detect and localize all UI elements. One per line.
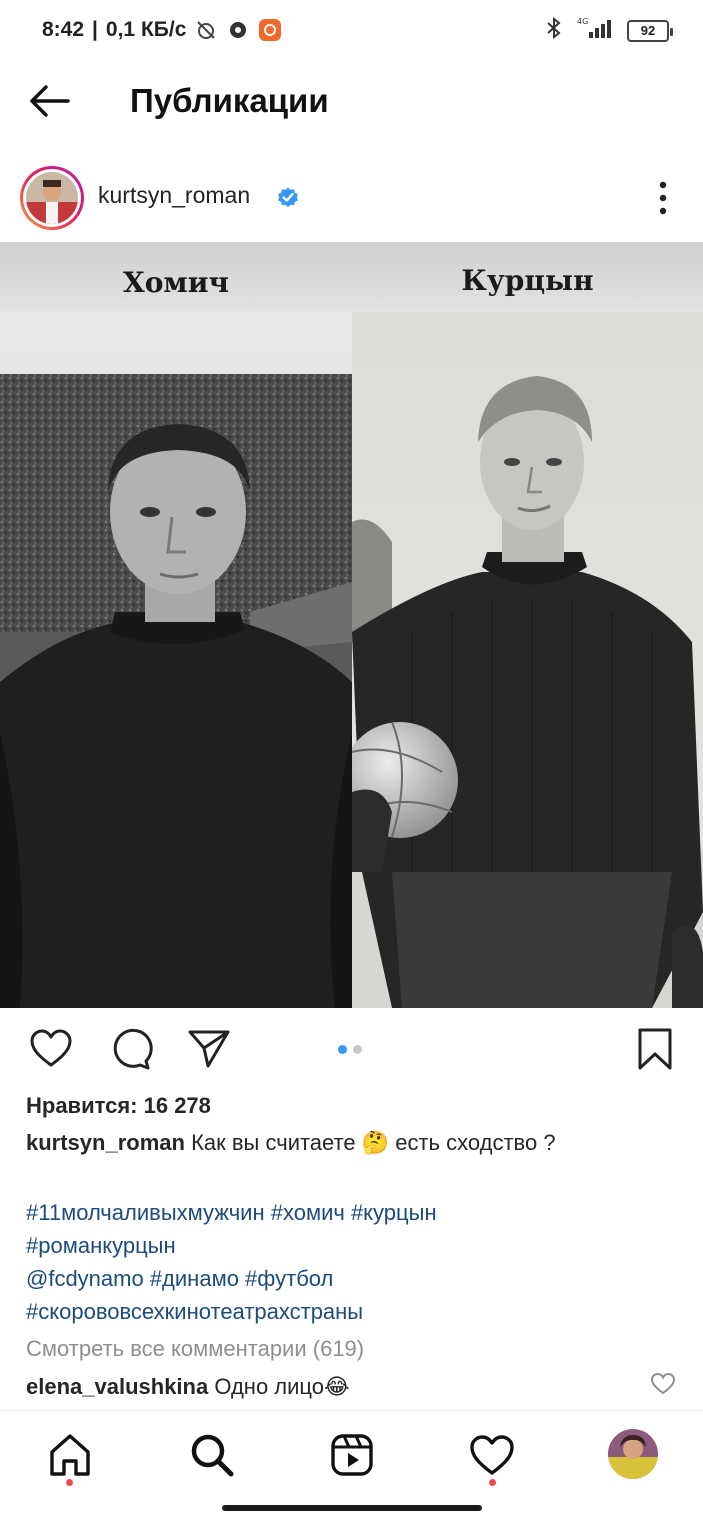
avatar-photo [26,172,78,224]
share-button[interactable] [186,1026,232,1072]
status-left: 8:42 | 0,1 КБ/с [42,18,282,42]
photo-right [352,312,703,1008]
nav-home[interactable] [46,1431,94,1479]
alarm-off-icon [194,18,218,42]
image-name-strip: Хомич Курцын [0,242,703,312]
top-header: Публикации [0,62,703,142]
bluetooth-icon [545,16,563,45]
reels-icon [331,1434,373,1476]
share-icon [188,1030,230,1068]
caption-text: Как вы считаете 🤔 есть сходство ? [191,1130,556,1155]
hashtag-line[interactable]: @fcdynamo #динамо #футбол [26,1262,437,1295]
comment-like-button[interactable] [650,1372,676,1396]
status-speed: 0,1 КБ/с [105,18,187,41]
status-right: 4G 92 [545,16,673,45]
system-home-indicator[interactable] [222,1505,482,1511]
home-icon [50,1434,90,1476]
battery-indicator: 92 [627,19,673,42]
page-title: Публикации [130,82,329,119]
likes-count[interactable]: Нравится: 16 278 [26,1093,211,1119]
more-options-button[interactable] [648,178,678,218]
post-header: kurtsyn_roman [0,152,703,242]
like-button[interactable] [28,1026,74,1072]
image-label-left: Хомич [123,266,229,299]
status-bar: 8:42 | 0,1 КБ/с 4G 92 [0,0,703,62]
search-icon [191,1434,234,1477]
bookmark-icon [638,1028,672,1070]
author-username[interactable]: kurtsyn_roman [98,182,250,209]
nav-activity[interactable] [468,1431,516,1479]
status-separator: | [92,18,98,41]
arrow-left-icon [30,85,70,117]
hashtag-line[interactable]: #11молчаливыхмужчин #хомич #курцын [26,1196,437,1229]
hashtag-line[interactable]: #романкурцын [26,1229,437,1262]
activity-heart-icon [470,1435,514,1475]
heart-icon [30,1029,72,1067]
comment-icon [113,1028,153,1070]
hashtag-line[interactable]: #скорововсехкинотеатрахстраны [26,1295,437,1328]
activity-notification-dot [489,1479,496,1486]
nav-search[interactable] [188,1431,236,1479]
profile-avatar [608,1429,658,1479]
comment-username[interactable]: elena_valushkina [26,1374,208,1399]
status-time: 8:42 [42,18,85,41]
caption-username[interactable]: kurtsyn_roman [26,1130,185,1155]
chat-bubble-icon [226,18,250,42]
image-label-right: Курцын [461,264,594,297]
view-all-comments-link[interactable]: Смотреть все комментарии (619) [26,1336,364,1362]
carousel-indicator [338,1045,362,1054]
nav-reels[interactable] [328,1431,376,1479]
save-button[interactable] [632,1026,678,1072]
post-action-row [0,1018,703,1082]
carousel-dot-active [338,1045,347,1054]
photo-left [0,312,352,1008]
more-vertical-icon [659,181,667,215]
heart-small-icon [650,1372,676,1395]
verified-badge-icon [276,185,300,209]
author-avatar[interactable] [20,166,84,230]
app-notification-icon [258,18,282,42]
post-caption: kurtsyn_roman Как вы считаете 🤔 есть схо… [26,1130,556,1156]
comment-button[interactable] [108,1026,154,1072]
post-image[interactable]: Хомич Курцын [0,242,703,1008]
comment-text: Одно лицо😂 [214,1374,350,1399]
carousel-dot [353,1045,362,1054]
home-notification-dot [66,1479,73,1486]
signal-icon: 4G [575,16,615,45]
svg-text:4G: 4G [577,17,588,26]
post-hashtags: #11молчаливыхмужчин #хомич #курцын #рома… [26,1196,437,1328]
bottom-nav [0,1410,703,1524]
comment-preview: elena_valushkina Одно лицо😂 [26,1374,350,1400]
nav-profile-avatar[interactable] [608,1429,658,1479]
back-button[interactable] [26,80,72,122]
